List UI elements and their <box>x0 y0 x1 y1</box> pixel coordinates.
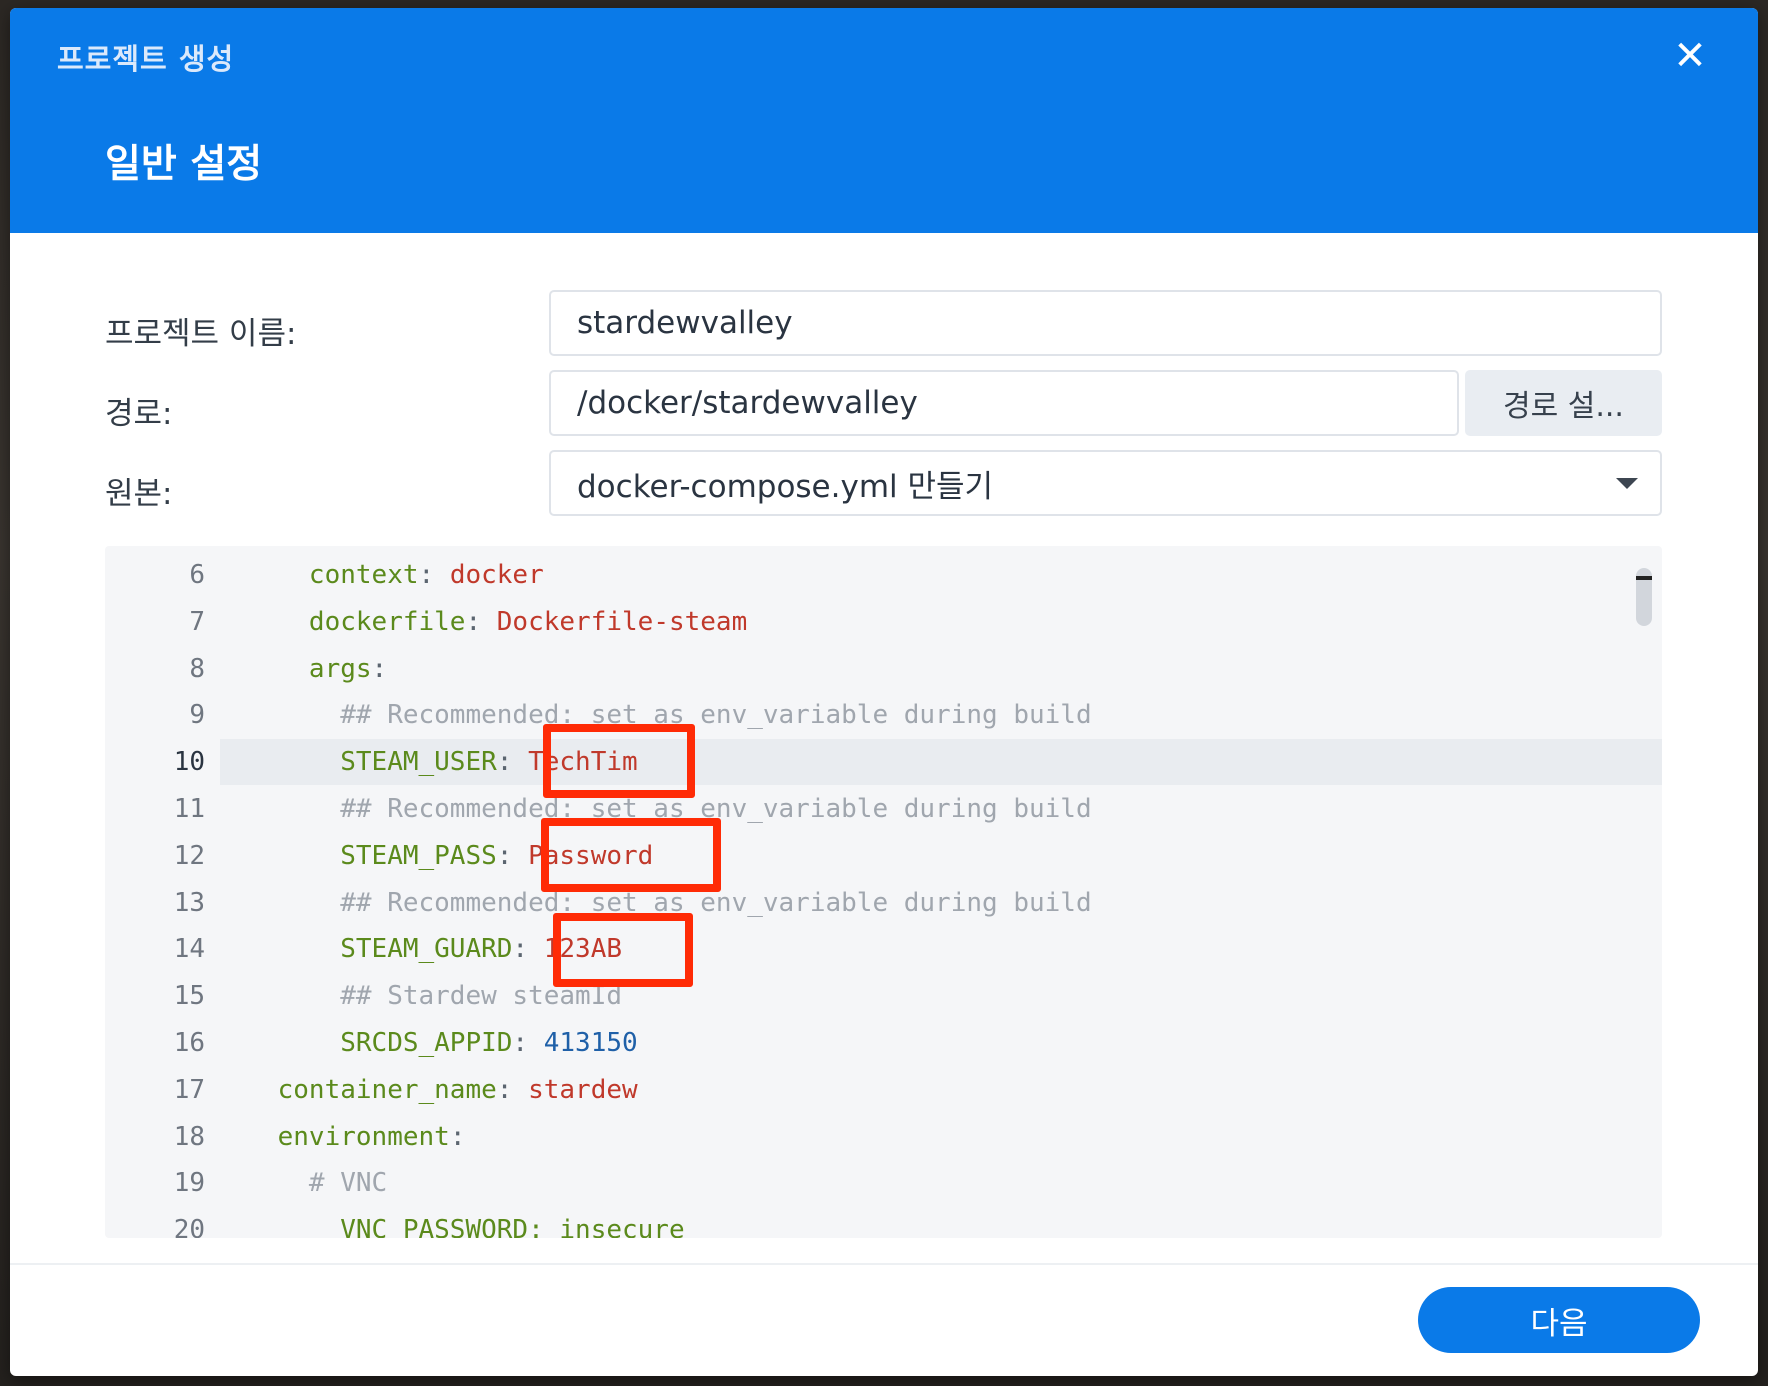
code-token: : <box>496 840 529 871</box>
code-token: docker <box>449 560 544 590</box>
code-token: ## Recommended: set as env_variable duri… <box>340 700 1092 731</box>
highlight-box-steam-guard <box>553 913 693 987</box>
code-token: # VNC <box>308 1168 388 1199</box>
dialog-header: 프로젝트 생성 ✕ 일반 설정 <box>10 8 1758 233</box>
code-token: : <box>449 1121 466 1152</box>
code-line[interactable]: 18 environment: <box>105 1114 1662 1160</box>
code-text: context: docker <box>215 552 544 598</box>
code-token: : <box>496 747 529 778</box>
create-project-dialog: 프로젝트 생성 ✕ 일반 설정 프로젝트 이름: stardewvalley 경… <box>10 8 1758 1376</box>
path-label: 경로: <box>105 396 173 432</box>
code-line[interactable]: 13 ## Recommended: set as env_variable d… <box>105 880 1662 926</box>
line-number: 20 <box>173 1215 205 1238</box>
code-line[interactable]: 19 # VNC <box>105 1160 1662 1206</box>
code-text: environment: <box>215 1114 466 1160</box>
close-icon[interactable]: ✕ <box>1670 36 1710 76</box>
code-token: SRCDS_APPID <box>340 1028 513 1058</box>
code-text: VNC_PASSWORD: insecure <box>215 1207 685 1238</box>
code-token: args <box>308 653 372 684</box>
code-token: stardew <box>528 1074 638 1105</box>
code-token: dockerfile <box>308 606 466 637</box>
code-token: : <box>418 560 450 590</box>
path-input[interactable]: /docker/stardewvalley <box>549 370 1459 436</box>
line-number: 19 <box>173 1168 205 1199</box>
code-text: dockerfile: Dockerfile-steam <box>215 599 747 645</box>
compose-editor[interactable]: 6 context: docker 7 dockerfile: Dockerfil… <box>105 546 1662 1238</box>
code-token: : <box>371 653 388 684</box>
line-number: 11 <box>173 794 205 824</box>
code-line[interactable]: 16 SRCDS_APPID: 413150 <box>105 1020 1662 1066</box>
code-token: 413150 <box>543 1028 638 1058</box>
code-token: container_name <box>277 1074 497 1105</box>
code-token: : <box>512 1028 544 1058</box>
code-token: : <box>512 934 544 965</box>
line-number: 12 <box>173 840 205 871</box>
project-name-label: 프로젝트 이름: <box>105 316 297 352</box>
dialog-window-title: 프로젝트 생성 <box>57 42 235 76</box>
code-line[interactable]: 12 STEAM_PASS: Password <box>105 833 1662 879</box>
code-line[interactable]: 8 args: <box>105 646 1662 692</box>
line-number: 14 <box>173 934 205 965</box>
code-token: : <box>496 1074 529 1105</box>
code-token: context <box>308 560 419 590</box>
line-number: 6 <box>189 560 205 590</box>
code-token: STEAM_GUARD <box>340 934 513 965</box>
footer-divider <box>10 1263 1758 1265</box>
code-token: ## Recommended: set as env_variable duri… <box>340 887 1092 918</box>
line-number: 18 <box>173 1121 205 1152</box>
line-number: 17 <box>173 1074 205 1105</box>
code-token: : <box>465 606 497 637</box>
code-line[interactable]: 6 context: docker <box>105 552 1662 598</box>
line-number: 10 <box>173 747 205 778</box>
code-token: Dockerfile-steam <box>496 606 748 637</box>
code-text: container_name: stardew <box>215 1067 638 1113</box>
code-token: environment <box>277 1121 450 1152</box>
next-button[interactable]: 다음 <box>1418 1287 1700 1353</box>
code-token: STEAM_USER <box>340 747 497 778</box>
source-value: docker-compose.yml 만들기 <box>577 468 994 505</box>
code-line[interactable]: 9 ## Recommended: set as env_variable du… <box>105 692 1662 738</box>
line-number: 8 <box>189 653 205 684</box>
project-name-value: stardewvalley <box>577 305 793 341</box>
code-text: args: <box>215 646 387 692</box>
highlight-box-steam-pass <box>541 818 721 892</box>
line-number: 7 <box>189 606 205 637</box>
code-line[interactable]: 14 STEAM_GUARD: 123AB <box>105 926 1662 972</box>
code-line[interactable]: 15 ## Stardew steamId <box>105 973 1662 1019</box>
code-token: VNC_PASSWORD: insecure <box>340 1215 685 1238</box>
code-token: STEAM_PASS <box>340 840 497 871</box>
line-number: 16 <box>173 1028 205 1058</box>
code-line[interactable]: 7 dockerfile: Dockerfile-steam <box>105 599 1662 645</box>
source-label: 원본: <box>105 476 173 512</box>
line-number: 13 <box>173 887 205 918</box>
code-line[interactable]: 10 STEAM_USER: TechTim <box>105 739 1662 786</box>
section-title: 일반 설정 <box>105 142 263 187</box>
code-text: SRCDS_APPID: 413150 <box>215 1020 638 1066</box>
source-select[interactable]: docker-compose.yml 만들기 <box>549 450 1662 516</box>
line-number: 9 <box>189 700 205 731</box>
code-line[interactable]: 17 container_name: stardew <box>105 1067 1662 1113</box>
code-text: # VNC <box>215 1160 387 1206</box>
path-value: /docker/stardewvalley <box>577 385 918 421</box>
code-line[interactable]: 11 ## Recommended: set as env_variable d… <box>105 786 1662 832</box>
code-line[interactable]: 20 VNC_PASSWORD: insecure <box>105 1207 1662 1238</box>
line-number: 15 <box>173 981 205 1012</box>
chevron-down-icon <box>1616 478 1638 489</box>
set-path-button[interactable]: 경로 설... <box>1465 370 1662 436</box>
scrollbar-top-marker <box>1636 576 1652 580</box>
highlight-box-steam-user <box>543 724 695 798</box>
project-name-input[interactable]: stardewvalley <box>549 290 1662 356</box>
